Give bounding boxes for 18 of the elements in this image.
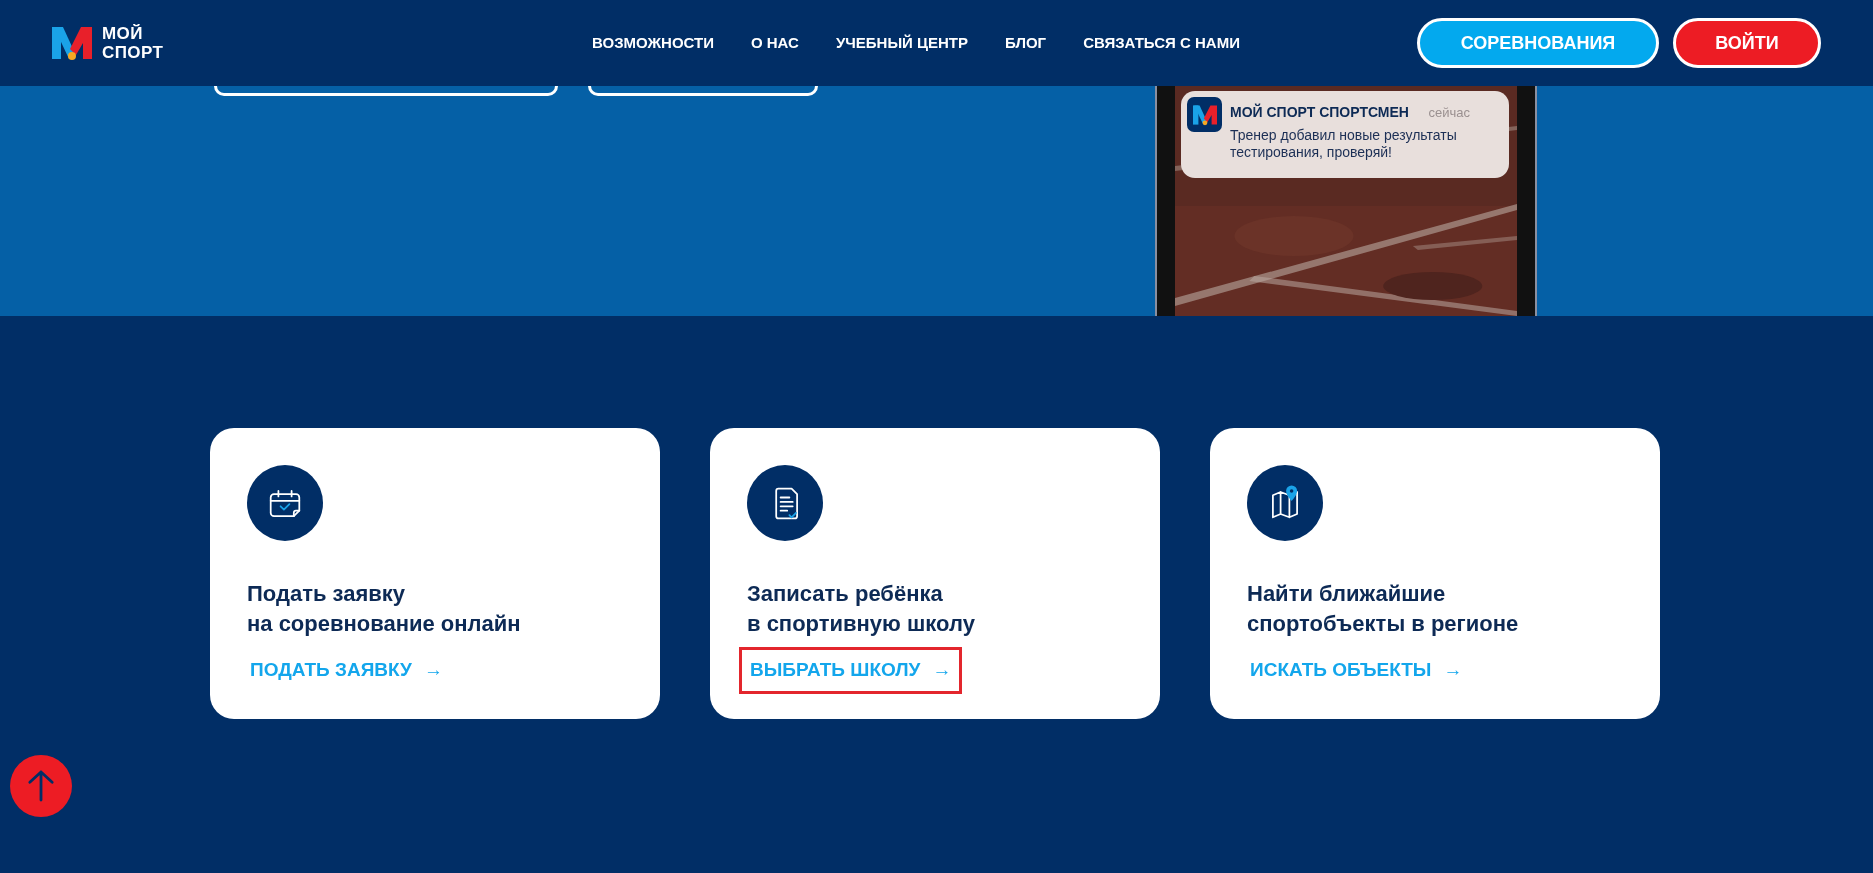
notification-time: сейчас — [1428, 104, 1470, 122]
nav-link[interactable]: УЧЕБНЫЙ ЦЕНТР — [835, 31, 968, 55]
login-button[interactable]: ВОЙТИ — [1673, 18, 1821, 68]
card-title: Подать заявку на соревнование онлайн — [247, 580, 522, 638]
card-title: Записать ребёнка в спортивную школу — [747, 580, 976, 638]
nav-link[interactable]: СВЯЗАТЬСЯ С НАМИ — [1083, 31, 1240, 55]
hero-button[interactable] — [214, 86, 558, 96]
card-title: Найти ближайшие спортобъекты в регионе — [1247, 580, 1520, 638]
arrow-up-icon — [27, 769, 55, 803]
logo-text[interactable]: МОЙ СПОРТ — [102, 24, 164, 62]
nav-link[interactable]: БЛОГ — [1005, 31, 1047, 55]
hero-button[interactable] — [588, 86, 818, 96]
logo-icon — [1192, 103, 1217, 126]
logo-icon — [52, 25, 92, 61]
nav-link[interactable]: О НАС — [750, 31, 799, 55]
notification-title: МОЙ СПОРТ СПОРТСМЕН — [1230, 102, 1409, 122]
nav-link[interactable]: ВОЗМОЖНОСТИ — [592, 31, 714, 55]
notification-message: Тренер добавил новые результаты тестирования, проверяй! — [1230, 127, 1458, 161]
